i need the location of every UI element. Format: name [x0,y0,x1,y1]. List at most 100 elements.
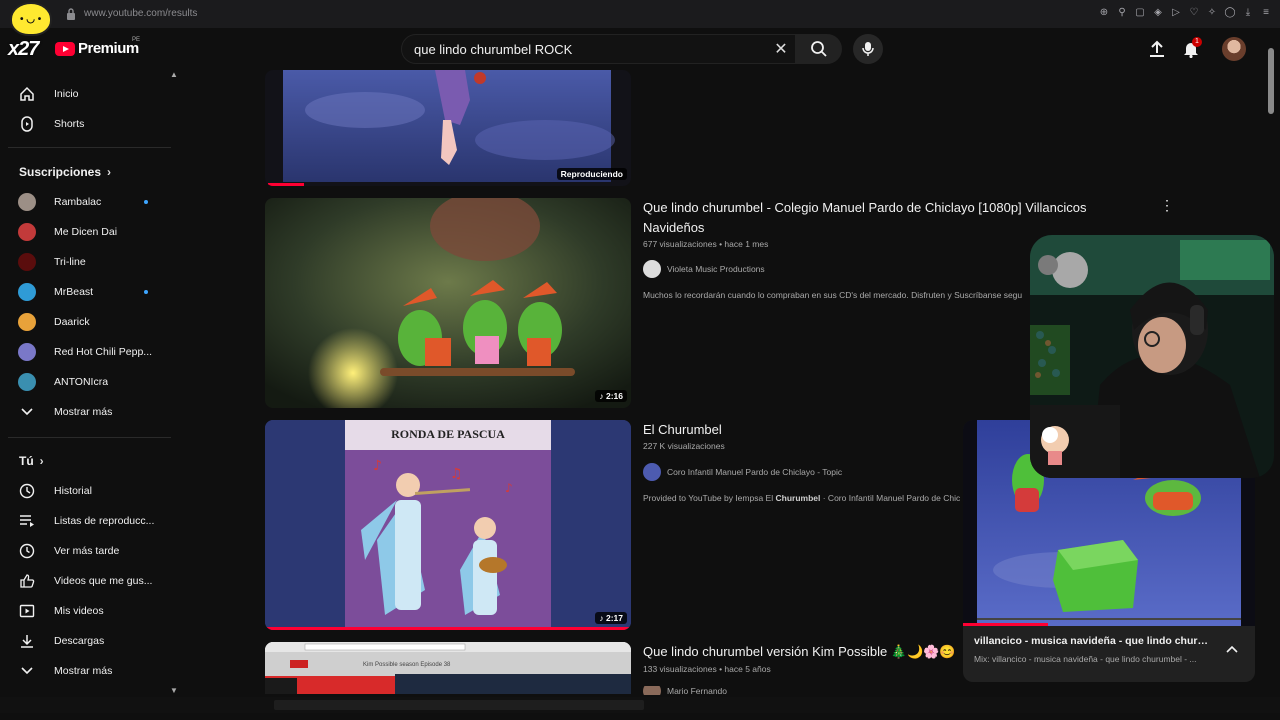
sidebar-scroll-up-icon[interactable]: ▲ [170,70,178,79]
duration-label: ♪ 2:17 [595,612,627,624]
bookmark-icon[interactable]: ▢ [1134,7,1146,19]
search-box: ✕ [401,34,796,64]
sidebar-item-label: Listas de reproducc... [54,515,155,527]
sidebar-item-downloads[interactable]: Descargas [10,628,170,654]
sidebar-item-label: Shorts [54,118,85,130]
account-icon[interactable]: ◯ [1224,7,1236,19]
chevron-right-icon: › [107,165,112,179]
result-channel[interactable]: Coro Infantil Manuel Pardo de Chiclayo -… [643,463,842,481]
thumbnail-image [265,642,631,694]
search-button[interactable] [796,34,842,64]
thumbnail-text: RONDA DE PASCUA [391,427,505,441]
chevron-up-icon[interactable] [1225,644,1239,658]
more-options-icon[interactable]: ⋮ [1160,197,1174,213]
upload-icon [1150,40,1164,57]
mini-player-progress [963,623,1048,626]
search-input[interactable] [414,42,764,57]
sidebar-item-liked-videos[interactable]: Videos que me gus... [10,568,170,594]
sidebar-item-my-videos[interactable]: Mis videos [10,598,170,624]
result-thumbnail[interactable]: Kim Possible season Episode 38 [265,642,631,694]
sidebar-item-daarick[interactable]: Daarick [10,309,170,335]
sidebar-divider [8,147,171,148]
result-title[interactable]: El Churumbel [643,420,943,440]
puzzle-icon[interactable]: ✧ [1206,7,1218,19]
horizontal-scrollbar-thumb[interactable] [274,700,644,710]
sidebar-scroll-down-icon[interactable]: ▼ [170,686,178,695]
sidebar-divider [8,437,171,438]
new-content-dot [144,290,148,294]
notifications-button[interactable]: 1 [1180,37,1202,60]
channel-name: Coro Infantil Manuel Pardo de Chiclayo -… [667,467,843,477]
channel-name: Mario Fernando [667,686,728,695]
duration-text: 2:16 [605,391,623,401]
browser-toolbar: www.youtube.com/results ⊕ ⚲ ▢ ◈ ▷ ♡ ✧ ◯ … [0,0,1280,28]
watch-progress [265,627,631,630]
sidebar-item-red-hot-chili-peppers[interactable]: Red Hot Chili Pepp... [10,339,170,365]
country-code: PE [132,37,141,43]
result-thumbnail[interactable]: ♪ 2:16 [265,198,631,408]
streamer-badge: • ◡ • x27 [6,2,52,60]
scrollbar-thumb[interactable] [1268,48,1274,114]
user-avatar[interactable] [1222,37,1246,61]
thumbnail-image: ♪ ♫ ♪ [265,420,631,630]
result-title[interactable]: Que lindo churumbel versión Kim Possible… [643,642,963,662]
voice-search-button[interactable] [853,34,883,64]
upload-button[interactable] [1146,38,1168,60]
menu-icon[interactable]: ≡ [1260,7,1272,19]
lock-icon [67,8,75,20]
subscriptions-header[interactable]: Suscripciones › [19,165,111,179]
home-icon [18,85,36,103]
result-thumbnail-playing[interactable]: Reproduciendo [265,70,631,186]
sidebar-item-inicio[interactable]: Inicio [10,81,170,107]
sidebar-item-shorts[interactable]: Shorts [10,111,170,137]
sidebar-item-watch-later[interactable]: Ver más tarde [10,538,170,564]
now-playing-label: Reproduciendo [556,168,627,180]
vertical-scrollbar[interactable] [1268,48,1274,688]
sidebar-show-more-2[interactable]: Mostrar más [10,658,170,684]
sidebar-item-label: Ver más tarde [54,545,120,557]
now-playing-text: Reproduciendo [560,169,623,179]
heart-icon[interactable]: ♡ [1188,7,1200,19]
result-meta: 677 visualizaciones • hace 1 mes [643,239,769,249]
channel-avatar [643,260,661,278]
address-bar[interactable]: www.youtube.com/results [84,8,197,19]
sidebar-item-historial[interactable]: Historial [10,478,170,504]
downloads-icon[interactable]: ⤓ [1242,7,1254,19]
thumbnail-image [265,198,631,408]
sidebar-item-antonicra[interactable]: ANTONIcra [10,369,170,395]
sidebar-item-me-dicen-dai[interactable]: Me Dicen Dai [10,219,170,245]
result-thumbnail[interactable]: ♪ ♫ ♪ RONDA DE PASCUA ♪ 2:17 [265,420,631,630]
result-title[interactable]: Que lindo churumbel - Colegio Manuel Par… [643,198,1133,238]
you-header[interactable]: Tú › [19,454,44,468]
sidebar-item-label: Inicio [54,88,79,100]
channel-name: Violeta Music Productions [667,264,765,274]
channel-avatar [18,283,36,301]
shield-icon[interactable]: ◈ [1152,7,1164,19]
channel-avatar [643,686,661,695]
zoom-icon[interactable]: ⊕ [1098,7,1110,19]
clear-search-icon[interactable]: ✕ [771,40,791,60]
result-channel[interactable]: Mario Fernando [643,686,727,695]
thumbnail-text: Kim Possible season Episode 38 [363,662,451,668]
mini-player-title: villancico - musica navideña - que lindo… [974,635,1214,647]
duration-label: ♪ 2:16 [595,390,627,402]
sidebar-item-mrbeast[interactable]: MrBeast [10,279,170,305]
youtube-logo[interactable]: Premium PE [55,37,141,57]
sidebar: ▲ Inicio Shorts Suscripciones › Rambalac… [0,70,182,695]
badge-text: x27 [8,38,39,60]
sidebar-item-tri-line[interactable]: Tri-line [10,249,170,275]
description-highlight: Churumbel [775,493,821,503]
result-channel[interactable]: Violeta Music Productions [643,260,765,278]
channel-avatar [18,313,36,331]
channel-avatar [643,463,661,481]
sidebar-item-playlists[interactable]: Listas de reproducc... [10,508,170,534]
sidebar-item-rambalac[interactable]: Rambalac [10,189,170,215]
sidebar-item-label: Videos que me gus... [54,575,153,587]
pin-icon[interactable]: ⚲ [1116,7,1128,19]
play-extension-icon[interactable]: ▷ [1170,7,1182,19]
horizontal-scrollbar[interactable] [0,697,1280,713]
channel-avatar [18,343,36,361]
badge-eyes: • ◡ • [20,14,42,25]
duration-text: 2:17 [605,613,623,623]
sidebar-show-more[interactable]: Mostrar más [10,399,170,425]
